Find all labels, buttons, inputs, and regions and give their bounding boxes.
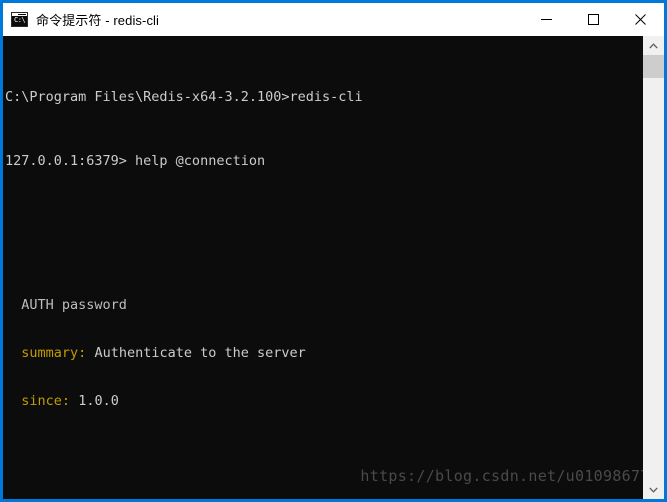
title-bar[interactable]: C:\ 命令提示符 - redis-cli [3,3,664,36]
terminal-line-dos-prompt: C:\Program Files\Redis-x64-3.2.100>redis… [5,89,643,105]
maximize-button[interactable] [570,3,617,36]
console-icon: C:\ [11,12,28,27]
command-summary: summary: Authenticate to the server [5,345,643,361]
command-signature: AUTH password [5,297,643,313]
summary-text: Authenticate to the server [94,345,306,361]
dos-prompt-text: C:\Program Files\Redis-x64-3.2.100>redis… [5,89,363,105]
help-command-text: 127.0.0.1:6379> help @connection [5,153,266,169]
watermark-text: https://blog.csdn.net/u010986776 [360,467,659,485]
terminal-line-help-command: 127.0.0.1:6379> help @connection [5,153,643,169]
window-title: 命令提示符 - redis-cli [36,13,160,28]
summary-label: summary: [21,345,87,361]
scroll-down-arrow-icon[interactable] [643,480,664,499]
since-value: 1.0.0 [78,393,119,409]
command-since: since: 1.0.0 [5,393,643,409]
vertical-scrollbar[interactable] [643,36,664,499]
scroll-up-arrow-icon[interactable] [643,36,664,55]
command-prompt-window: C:\ 命令提示符 - redis-cli C:\Program Files\R… [0,0,667,502]
scroll-thumb[interactable] [643,55,664,78]
console-area[interactable]: C:\Program Files\Redis-x64-3.2.100>redis… [3,36,664,499]
window-controls [523,3,664,36]
minimize-button[interactable] [523,3,570,36]
close-button[interactable] [617,3,664,36]
since-label: since: [21,393,71,409]
command-name-auth: AUTH password [21,297,127,313]
terminal-output: C:\Program Files\Redis-x64-3.2.100>redis… [3,36,643,499]
